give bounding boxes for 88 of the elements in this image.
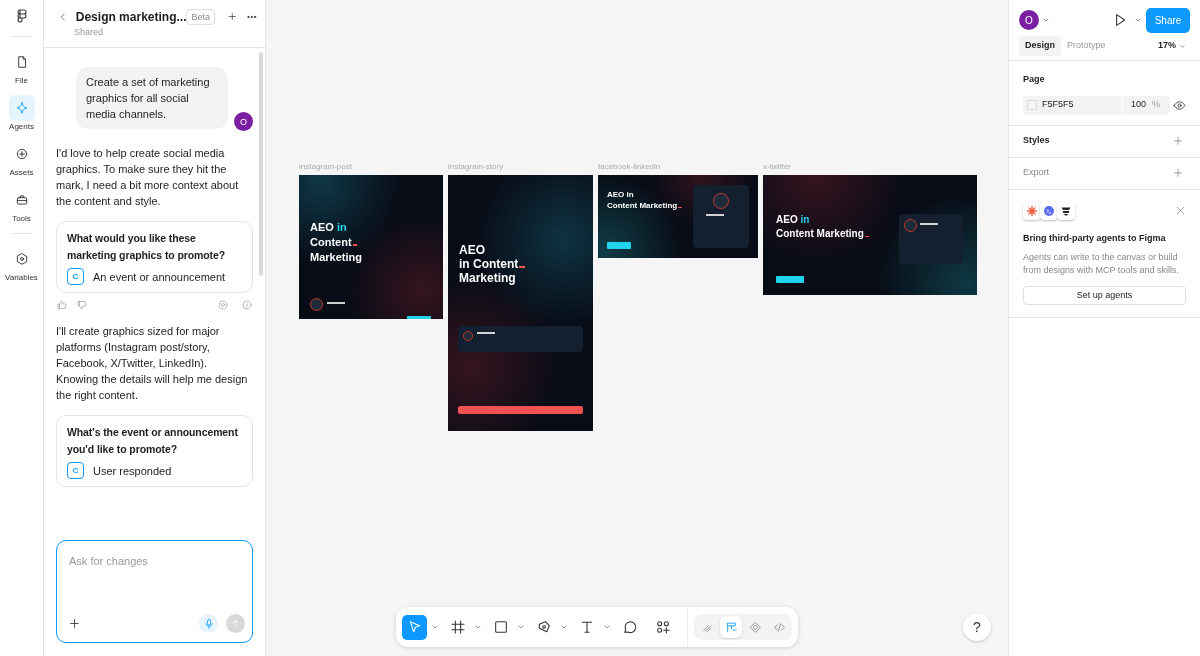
caret-icon[interactable] bbox=[603, 623, 611, 631]
rail-item[interactable]: Assets bbox=[1, 141, 42, 179]
design-frame[interactable]: AEO in Content Marketing bbox=[763, 175, 977, 295]
beta-badge: Beta bbox=[186, 8, 215, 25]
opacity-unit: % bbox=[1152, 98, 1161, 112]
rail-label: Variables bbox=[5, 272, 38, 284]
promo-title: Bring third-party agents to Figma bbox=[1023, 231, 1167, 245]
headline-text: AEO in bbox=[607, 189, 635, 200]
stack-icon bbox=[1057, 201, 1075, 220]
rail-item[interactable]: Tools bbox=[1, 187, 42, 225]
terminal-bubble-icon bbox=[1040, 201, 1058, 220]
plus-icon[interactable] bbox=[68, 617, 81, 630]
info-icon[interactable] bbox=[241, 299, 253, 311]
headline-text: Content Marketing bbox=[607, 200, 682, 211]
headline-text: in Content bbox=[459, 257, 525, 271]
chat-input[interactable]: Ask for changes bbox=[56, 540, 253, 643]
design-frame[interactable]: AEO in Content Marketing bbox=[299, 175, 443, 319]
setup-agents-button[interactable]: Set up agents bbox=[1023, 286, 1186, 306]
caret-icon[interactable] bbox=[1179, 42, 1186, 50]
color-value: F5F5F5 bbox=[1042, 98, 1075, 112]
section-title: Styles bbox=[1023, 134, 1050, 148]
speaker-avatar bbox=[310, 298, 323, 311]
rail-label: Assets bbox=[9, 167, 34, 179]
plus-circle-icon bbox=[14, 147, 29, 161]
eye-icon[interactable] bbox=[1173, 98, 1186, 112]
thumbs-down-icon[interactable] bbox=[76, 299, 88, 311]
diamond-icon bbox=[748, 620, 762, 634]
caret-icon[interactable] bbox=[1042, 16, 1050, 24]
speaker-card bbox=[899, 214, 963, 264]
headline-text: Content Marketing bbox=[776, 227, 870, 241]
frame-icon bbox=[449, 619, 466, 635]
rail-label: File bbox=[15, 75, 28, 87]
question-text: What would you like these marketing graphics to promote? bbox=[67, 231, 227, 263]
design-frame[interactable]: AEO in Content Marketing bbox=[598, 175, 758, 258]
headline-text: Marketing bbox=[459, 271, 517, 285]
speaker-card bbox=[693, 185, 749, 248]
caret-icon[interactable] bbox=[431, 623, 439, 631]
headline-text: AEO bbox=[459, 243, 486, 257]
target-icon[interactable] bbox=[217, 299, 229, 311]
chat-subtitle: Shared bbox=[73, 25, 105, 39]
toolbox-icon bbox=[14, 193, 29, 207]
option-key: C bbox=[67, 462, 84, 479]
answer-text: An event or announcement bbox=[93, 269, 226, 285]
question-text: What's the event or announcement you'd like to promote? bbox=[67, 425, 239, 457]
comment-icon bbox=[621, 619, 638, 635]
rail-item[interactable]: Agents bbox=[1, 95, 42, 133]
sparkle-icon bbox=[14, 101, 29, 115]
thumbs-up-icon[interactable] bbox=[56, 299, 68, 311]
code-icon bbox=[772, 620, 786, 634]
panel-tab[interactable]: Design bbox=[1019, 36, 1061, 56]
rail-item[interactable]: Variables bbox=[1, 246, 42, 284]
assistant-message: I'll create graphics sized for major platforms (Instagram post/story, Facebook, X/Twitter, LinkedIn). Knowing the details will help me design the right content. bbox=[56, 324, 249, 403]
help-button[interactable]: ? bbox=[963, 613, 991, 641]
section-title: Export bbox=[1023, 166, 1049, 180]
hexagon-icon bbox=[14, 252, 29, 266]
promo-text: Agents can write to the canvas or build from designs with MCP tools and skills. bbox=[1023, 251, 1180, 277]
caret-icon[interactable] bbox=[1134, 16, 1142, 24]
assistant-message: I'd love to help create social media graphics. To make sure they hit the mark, I need a bit more context about the content and style. bbox=[56, 146, 240, 209]
caret-icon[interactable] bbox=[474, 623, 482, 631]
fill-field[interactable]: F5F5F5 100 % bbox=[1023, 95, 1170, 115]
opacity-value: 100 bbox=[1131, 98, 1147, 112]
zoom-level[interactable]: 17% bbox=[1158, 39, 1176, 53]
rail-label: Tools bbox=[12, 213, 31, 225]
user-avatar: O bbox=[234, 112, 253, 131]
headline-text: AEO in bbox=[310, 220, 348, 235]
headline-text: Content bbox=[310, 235, 362, 250]
caret-icon[interactable] bbox=[560, 623, 568, 631]
microphone-icon bbox=[202, 617, 215, 630]
section-title: Page bbox=[1023, 73, 1046, 86]
headline-text: AEO in bbox=[776, 213, 811, 227]
answer-text: User responded bbox=[93, 463, 172, 479]
shapes-icon bbox=[654, 619, 671, 635]
user-avatar[interactable]: O bbox=[1019, 10, 1039, 30]
arrow-up-icon bbox=[230, 618, 241, 629]
rail-label: Agents bbox=[9, 121, 34, 133]
rectangle-icon bbox=[492, 619, 509, 635]
chat-title: Design marketing... bbox=[75, 8, 187, 26]
option-key: C bbox=[67, 268, 84, 285]
close-icon[interactable] bbox=[1175, 205, 1186, 216]
speaker-avatar bbox=[463, 331, 473, 341]
mode-button[interactable] bbox=[720, 616, 742, 638]
starburst-icon bbox=[1023, 201, 1041, 220]
user-message: Create a set of marketing graphics for all social media channels. bbox=[76, 67, 228, 129]
headline-text: Marketing bbox=[310, 250, 362, 265]
scrollbar[interactable] bbox=[259, 52, 263, 276]
rail-item[interactable]: File bbox=[1, 49, 42, 87]
design-frame[interactable]: AEO in Content Marketing bbox=[448, 175, 593, 431]
caret-icon[interactable] bbox=[517, 623, 525, 631]
